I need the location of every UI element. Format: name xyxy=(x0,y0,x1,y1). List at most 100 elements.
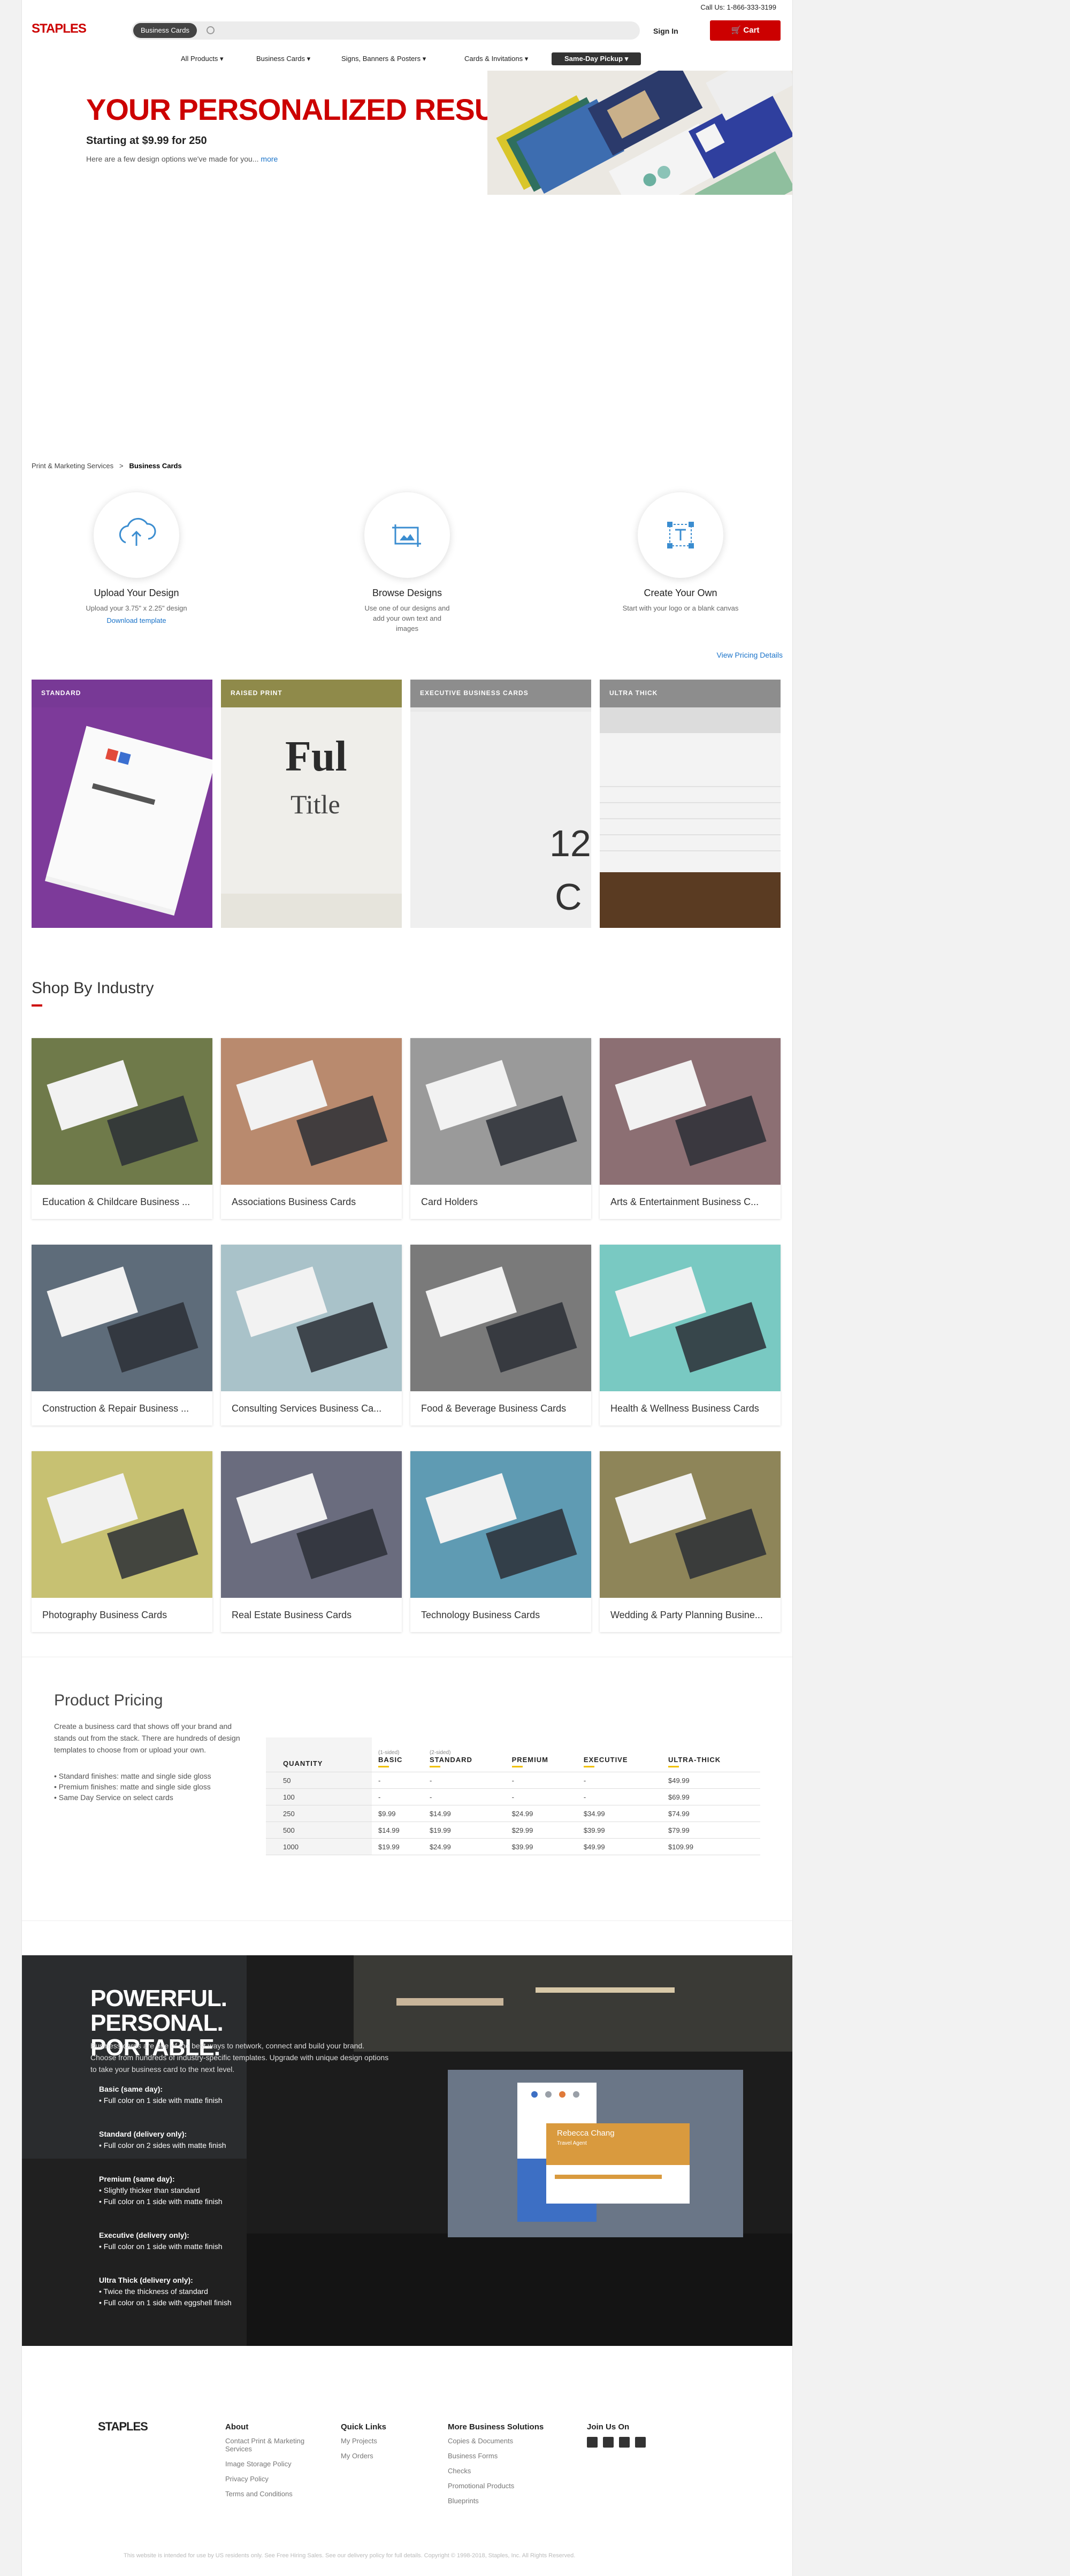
industry-tile[interactable]: Consulting Services Business Ca... xyxy=(221,1245,402,1426)
nav-cards-invitations[interactable]: Cards & Invitations ▾ xyxy=(464,55,528,63)
industry-tile-label[interactable]: Consulting Services Business Ca... xyxy=(221,1391,402,1426)
quantity-cell: 250 xyxy=(266,1805,372,1822)
svg-text:Ful: Ful xyxy=(285,733,347,780)
nav-signs-banners[interactable]: Signs, Banners & Posters ▾ xyxy=(341,55,426,63)
finish-label: EXECUTIVE BUSINESS CARDS xyxy=(410,680,591,707)
pricing-column-header: (2-sided) STANDARD xyxy=(423,1737,506,1772)
price-cell: - xyxy=(577,1772,662,1789)
column-label: BASIC xyxy=(378,1756,403,1764)
card-type-line: • Full color on 1 side with matte finish xyxy=(99,2242,223,2251)
price-cell: - xyxy=(505,1772,577,1789)
create-own-icon[interactable] xyxy=(638,492,723,578)
upload-cloud-icon[interactable] xyxy=(94,492,179,578)
footer-logo[interactable]: STAPLES xyxy=(98,2420,148,2434)
breadcrumb-parent[interactable]: Print & Marketing Services xyxy=(32,462,113,470)
powerful-description: Business cards are one of the best ways … xyxy=(90,2041,389,2074)
finish-ultra-thick[interactable]: ULTRA THICK xyxy=(600,680,781,928)
footer-link[interactable]: My Orders xyxy=(341,2452,386,2460)
industry-tile[interactable]: Arts & Entertainment Business C... xyxy=(600,1038,781,1219)
pricing-row: 500 $14.99 $19.99 $29.99 $39.99 $79.99 xyxy=(266,1822,760,1839)
industry-tile-label[interactable]: Construction & Repair Business ... xyxy=(32,1391,212,1426)
breadcrumb-current: Business Cards xyxy=(129,462,182,470)
hero-banner: YOUR PERSONALIZED RESULTS Starting at $9… xyxy=(22,71,792,195)
browse-designs-icon[interactable] xyxy=(364,492,450,578)
industry-tile[interactable]: Wedding & Party Planning Busine... xyxy=(600,1451,781,1632)
industry-tile-label[interactable]: Real Estate Business Cards xyxy=(221,1598,402,1632)
column-label: STANDARD xyxy=(429,1756,472,1764)
finish-standard[interactable]: STANDARD xyxy=(32,680,212,928)
footer-link[interactable]: Promotional Products xyxy=(448,2482,544,2490)
industry-tile[interactable]: Card Holders xyxy=(410,1038,591,1219)
industry-tile[interactable]: Education & Childcare Business ... xyxy=(32,1038,212,1219)
hero-desc-text: Here are a few design options we've made… xyxy=(86,155,259,163)
footer-link[interactable]: Privacy Policy xyxy=(225,2475,327,2483)
footer-link[interactable]: Blueprints xyxy=(448,2497,544,2505)
nav-business-cards[interactable]: Business Cards ▾ xyxy=(256,55,310,63)
title-underline xyxy=(32,1004,42,1007)
column-label: EXECUTIVE xyxy=(583,1756,628,1764)
option-browse-designs[interactable]: Browse Designs Use one of our designs an… xyxy=(332,492,482,634)
option-create-own[interactable]: Create Your Own Start with your logo or … xyxy=(606,492,755,613)
youtube-icon[interactable] xyxy=(619,2437,630,2448)
industry-tile-label[interactable]: Health & Wellness Business Cards xyxy=(600,1391,781,1426)
copyright-text: This website is intended for use by US r… xyxy=(124,2552,576,2559)
pricing-column-header: (1-sided) BASIC xyxy=(372,1737,423,1772)
footer-about: About Contact Print & Marketing Services… xyxy=(225,2422,327,2505)
option-upload-design[interactable]: Upload Your Design Upload your 3.75" x 2… xyxy=(62,492,211,624)
twitter-icon[interactable] xyxy=(587,2437,598,2448)
facebook-icon[interactable] xyxy=(603,2437,614,2448)
pricing-column-header: PREMIUM xyxy=(505,1737,577,1772)
industry-tile-label[interactable]: Education & Childcare Business ... xyxy=(32,1185,212,1219)
industry-tile[interactable]: Technology Business Cards xyxy=(410,1451,591,1632)
hero-title: YOUR PERSONALIZED RESULTS xyxy=(86,93,549,126)
hero-more-link[interactable]: more xyxy=(261,155,278,163)
nav-same-day-pickup[interactable]: Same-Day Pickup ▾ xyxy=(552,52,641,65)
search-icon[interactable] xyxy=(207,26,215,34)
view-pricing-details-link[interactable]: View Pricing Details xyxy=(717,651,783,659)
industry-tile-label[interactable]: Arts & Entertainment Business C... xyxy=(600,1185,781,1219)
card-type-title: Executive (delivery only): xyxy=(99,2231,189,2239)
footer-link[interactable]: Contact Print & Marketing Services xyxy=(225,2437,327,2453)
footer-link[interactable]: My Projects xyxy=(341,2437,386,2445)
footer-link[interactable]: Image Storage Policy xyxy=(225,2460,327,2468)
industry-tile[interactable]: Real Estate Business Cards xyxy=(221,1451,402,1632)
industry-tile-image xyxy=(600,1038,781,1185)
search-bar[interactable]: Business Cards xyxy=(132,21,640,40)
nav-all-products[interactable]: All Products ▾ xyxy=(181,55,224,63)
industry-tile[interactable]: Food & Beverage Business Cards xyxy=(410,1245,591,1426)
column-label: ULTRA-THICK xyxy=(668,1756,721,1764)
price-cell: - xyxy=(372,1772,423,1789)
industry-tile-label[interactable]: Technology Business Cards xyxy=(410,1598,591,1632)
industry-tile-label[interactable]: Card Holders xyxy=(410,1185,591,1219)
footer-more-solutions: More Business Solutions Copies & Documen… xyxy=(448,2422,544,2512)
card-type-item: Standard (delivery only): • Full color on… xyxy=(99,2129,232,2151)
option-desc: Use one of our designs and add your own … xyxy=(364,604,450,632)
footer-link[interactable]: Copies & Documents xyxy=(448,2437,544,2445)
staples-logo[interactable]: STAPLES xyxy=(32,21,87,36)
sign-in-link[interactable]: Sign In xyxy=(653,27,678,35)
industry-tile[interactable]: Photography Business Cards xyxy=(32,1451,212,1632)
footer-link[interactable]: Checks xyxy=(448,2467,544,2475)
linkedin-icon[interactable] xyxy=(635,2437,646,2448)
cart-button[interactable]: 🛒 Cart xyxy=(710,20,781,41)
industry-tile[interactable]: Associations Business Cards xyxy=(221,1038,402,1219)
industry-tile-label[interactable]: Associations Business Cards xyxy=(221,1185,402,1219)
product-pricing-bullets: • Standard finishes: matte and single si… xyxy=(54,1771,211,1803)
industry-tile-image xyxy=(600,1245,781,1391)
industry-tile-label[interactable]: Food & Beverage Business Cards xyxy=(410,1391,591,1426)
finish-executive[interactable]: 12 C EXECUTIVE BUSINESS CARDS xyxy=(410,680,591,928)
industry-tile[interactable]: Construction & Repair Business ... xyxy=(32,1245,212,1426)
search-category-chip[interactable]: Business Cards xyxy=(133,23,197,38)
footer-link[interactable]: Terms and Conditions xyxy=(225,2490,327,2498)
price-cell: $39.99 xyxy=(577,1822,662,1839)
footer-link[interactable]: Business Forms xyxy=(448,2452,544,2460)
breadcrumb: Print & Marketing Services > Business Ca… xyxy=(32,462,182,470)
finish-raised-print[interactable]: Ful Title RAISED PRINT xyxy=(221,680,402,928)
card-type-title: Premium (same day): xyxy=(99,2175,175,2183)
download-template-link[interactable]: Download template xyxy=(62,616,211,624)
column-subtitle: (1-sided) xyxy=(378,1750,400,1756)
footer-join-us: Join Us On xyxy=(587,2422,646,2448)
industry-tile-label[interactable]: Photography Business Cards xyxy=(32,1598,212,1632)
industry-tile[interactable]: Health & Wellness Business Cards xyxy=(600,1245,781,1426)
industry-tile-label[interactable]: Wedding & Party Planning Busine... xyxy=(600,1598,781,1632)
